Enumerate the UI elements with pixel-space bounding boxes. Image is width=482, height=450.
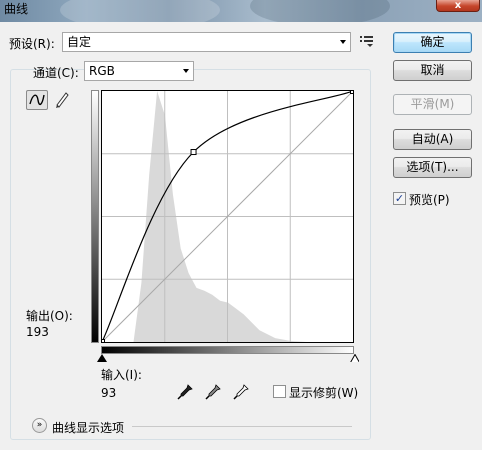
curve-display-options-label[interactable]: 曲线显示选项 xyxy=(52,419,124,436)
ok-button[interactable]: 确定 xyxy=(393,32,472,53)
window-title: 曲线 xyxy=(4,2,29,16)
pencil-tool-icon xyxy=(56,92,69,108)
input-gradient-bar xyxy=(101,346,354,354)
black-eyedropper-icon[interactable] xyxy=(177,384,193,400)
curve-control-point xyxy=(99,339,105,345)
channel-select[interactable]: RGB xyxy=(84,61,194,81)
show-clipping-checkbox[interactable] xyxy=(273,385,286,398)
title-bar: 曲线 x xyxy=(0,0,482,22)
output-value[interactable]: 193 xyxy=(26,325,49,339)
auto-button[interactable]: 自动(A) xyxy=(393,129,472,150)
close-button[interactable]: x xyxy=(436,0,480,12)
curve-control-point xyxy=(190,149,197,156)
preset-label: 预设(R): xyxy=(9,37,55,51)
smooth-button[interactable]: 平滑(M) xyxy=(393,94,472,115)
curve-control-point xyxy=(350,88,356,94)
chevron-down-icon xyxy=(340,40,346,44)
channel-label: 通道(C): xyxy=(33,66,79,80)
curve-graph[interactable] xyxy=(99,88,356,345)
input-label: 输入(I): xyxy=(101,368,142,382)
title-bar-decoration xyxy=(60,0,220,22)
cancel-button[interactable]: 取消 xyxy=(393,60,472,81)
preset-menu-icon[interactable] xyxy=(360,35,374,47)
chevron-down-icon xyxy=(183,69,189,73)
show-clipping-label: 显示修剪(W) xyxy=(289,386,359,400)
preset-select[interactable]: 自定 xyxy=(62,32,351,52)
curve-graph-svg xyxy=(99,88,356,345)
channel-value: RGB xyxy=(89,64,115,78)
output-label: 输出(O): xyxy=(26,309,73,323)
curves-dialog: 预设(R): 自定 确定 取消 平滑(M) 自动(A) 选项(T)... ✓ 预… xyxy=(0,22,482,450)
options-separator xyxy=(132,426,352,427)
white-point-slider[interactable] xyxy=(350,354,359,362)
gray-eyedropper-icon[interactable] xyxy=(205,384,221,400)
input-value[interactable]: 93 xyxy=(101,386,116,400)
preset-value: 自定 xyxy=(67,35,92,49)
black-point-slider[interactable] xyxy=(97,354,107,362)
expand-icon[interactable]: » xyxy=(32,418,47,433)
pencil-tool-button[interactable] xyxy=(52,90,74,110)
output-gradient-bar xyxy=(91,90,99,343)
curve-tool-button[interactable] xyxy=(26,90,48,110)
white-eyedropper-icon[interactable] xyxy=(233,384,249,400)
options-button[interactable]: 选项(T)... xyxy=(393,157,472,178)
preview-checkbox[interactable]: ✓ xyxy=(393,192,406,205)
title-bar-decoration xyxy=(250,0,390,22)
curve-tool-icon xyxy=(29,94,45,106)
preview-label: 预览(P) xyxy=(409,193,450,207)
